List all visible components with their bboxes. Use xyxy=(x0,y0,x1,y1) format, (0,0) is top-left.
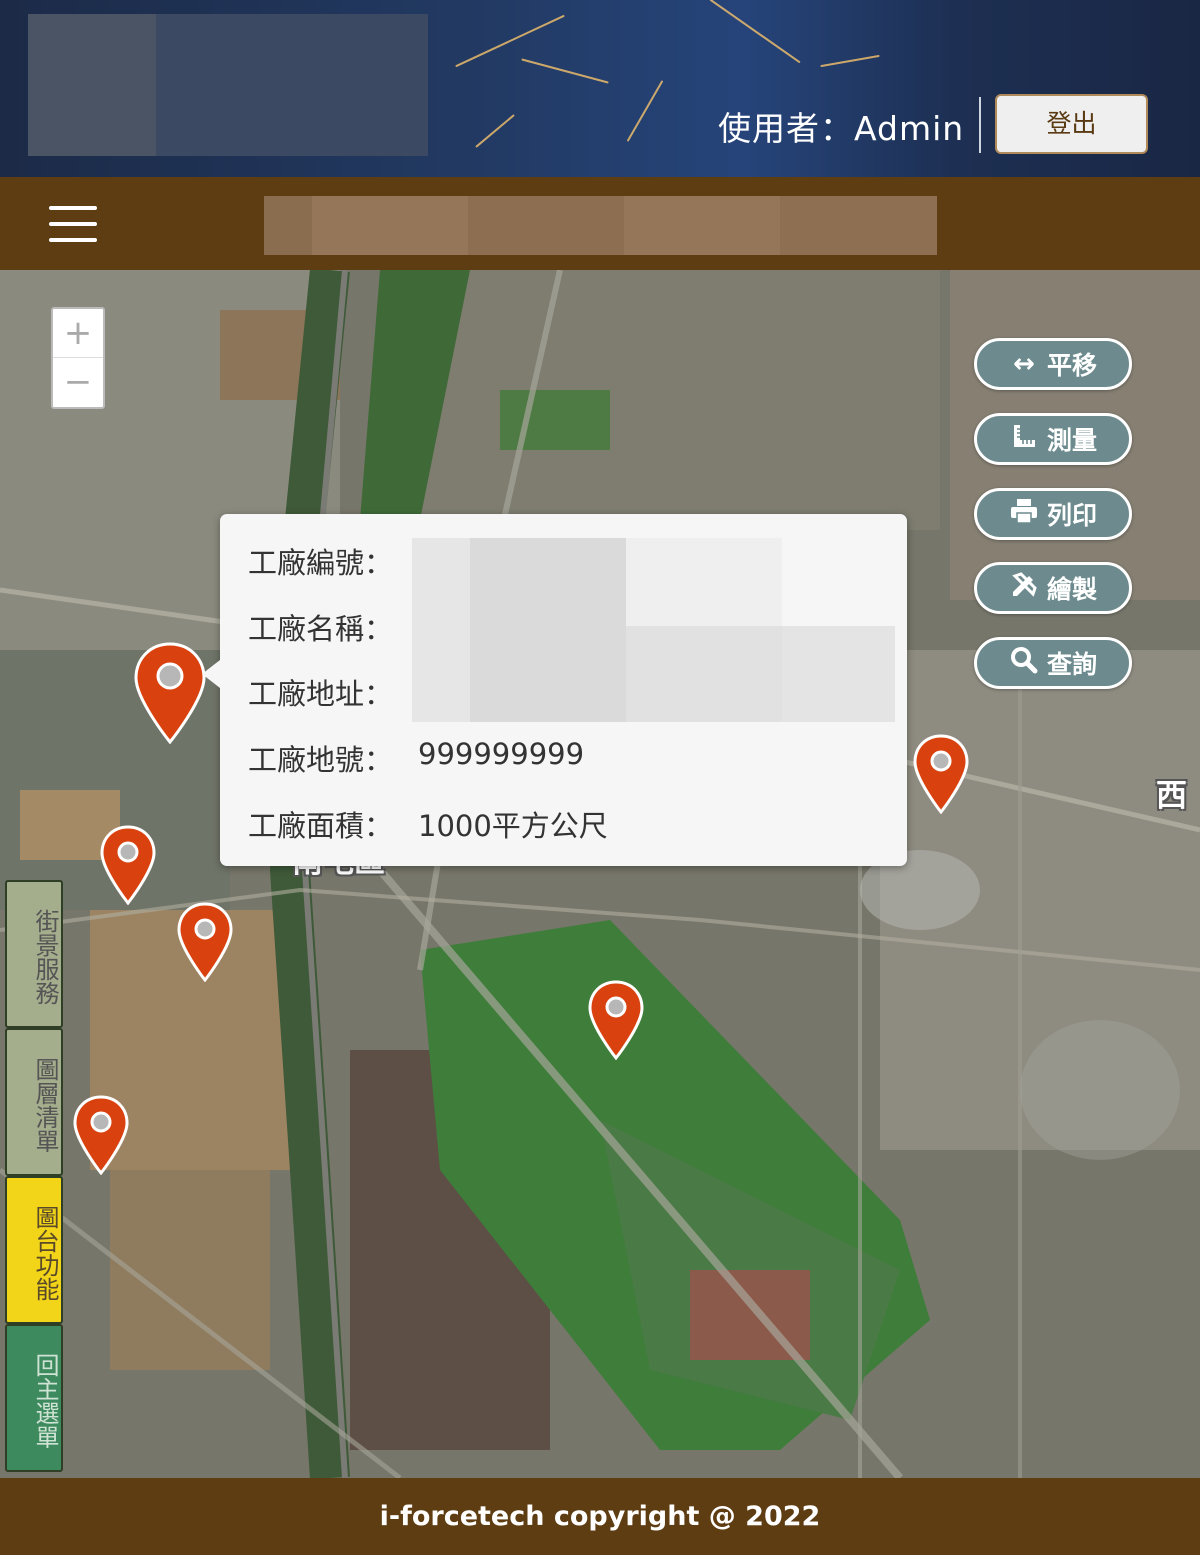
page-title-redacted xyxy=(264,196,937,255)
site-header: 使用者：Admin 登出 xyxy=(0,0,1200,177)
factory-marker[interactable] xyxy=(177,902,233,982)
pan-button-label: 平移 xyxy=(1046,351,1097,380)
tab-street-view[interactable]: 街景服務 xyxy=(5,880,63,1028)
zoom-out-button[interactable]: − xyxy=(53,358,103,407)
land-number-label: 工廠地號： xyxy=(248,743,394,777)
printer-icon xyxy=(1009,498,1039,531)
header-divider xyxy=(979,97,981,153)
hamburger-menu-icon[interactable] xyxy=(49,206,97,242)
zoom-in-button[interactable]: + xyxy=(53,309,103,358)
popup-pointer xyxy=(202,660,220,688)
pan-arrows-icon: ↔ xyxy=(1013,349,1035,379)
print-button[interactable]: 列印 xyxy=(974,488,1132,540)
measure-button-label: 測量 xyxy=(1046,426,1097,455)
draw-button[interactable]: 繪製 xyxy=(974,562,1132,614)
print-button-label: 列印 xyxy=(1046,501,1097,530)
query-button-label: 查詢 xyxy=(1046,650,1097,679)
ruler-icon xyxy=(1009,423,1039,456)
factory-marker[interactable] xyxy=(588,980,644,1060)
factory-info-popup: 工廠編號： 工廠名稱： 工廠地址： 工廠地號： 999999999 工廠面積： … xyxy=(202,514,907,866)
land-number-value: 999999999 xyxy=(418,737,585,771)
site-footer: i-forcetech copyright @ 2022 xyxy=(0,1478,1200,1555)
decor-spark xyxy=(820,54,880,68)
area-value: 1000平方公尺 xyxy=(418,809,608,843)
pan-button[interactable]: ↔ 平移 xyxy=(974,338,1132,390)
current-user-label: 使用者：Admin xyxy=(718,109,965,148)
search-icon xyxy=(1009,646,1039,681)
logout-button[interactable]: 登出 xyxy=(995,94,1148,154)
query-button[interactable]: 查詢 xyxy=(974,637,1132,689)
decor-spark xyxy=(709,0,801,64)
district-label-partial: 西 xyxy=(1156,778,1187,814)
factory-marker[interactable] xyxy=(100,825,156,905)
tab-layer-list[interactable]: 圖層清單 xyxy=(5,1028,63,1176)
site-logo xyxy=(28,14,428,156)
tab-back-main-menu[interactable]: 回主選單 xyxy=(5,1324,63,1472)
factory-marker-selected[interactable] xyxy=(134,642,206,744)
zoom-control: + − xyxy=(51,307,105,409)
factory-marker[interactable] xyxy=(73,1095,129,1175)
decor-spark xyxy=(521,58,609,84)
measure-button[interactable]: 測量 xyxy=(974,413,1132,465)
draw-tools-icon xyxy=(1009,571,1039,606)
decor-spark xyxy=(455,14,565,68)
factory-marker[interactable] xyxy=(913,734,969,814)
factory-name-label: 工廠名稱： xyxy=(248,612,394,646)
decor-spark xyxy=(475,114,515,148)
factory-address-label: 工廠地址： xyxy=(248,677,394,711)
decor-spark xyxy=(626,80,664,142)
area-label: 工廠面積： xyxy=(248,809,394,843)
factory-id-label: 工廠編號： xyxy=(248,546,394,580)
tab-map-tools[interactable]: 圖台功能 xyxy=(5,1176,63,1324)
draw-button-label: 繪製 xyxy=(1046,575,1097,604)
